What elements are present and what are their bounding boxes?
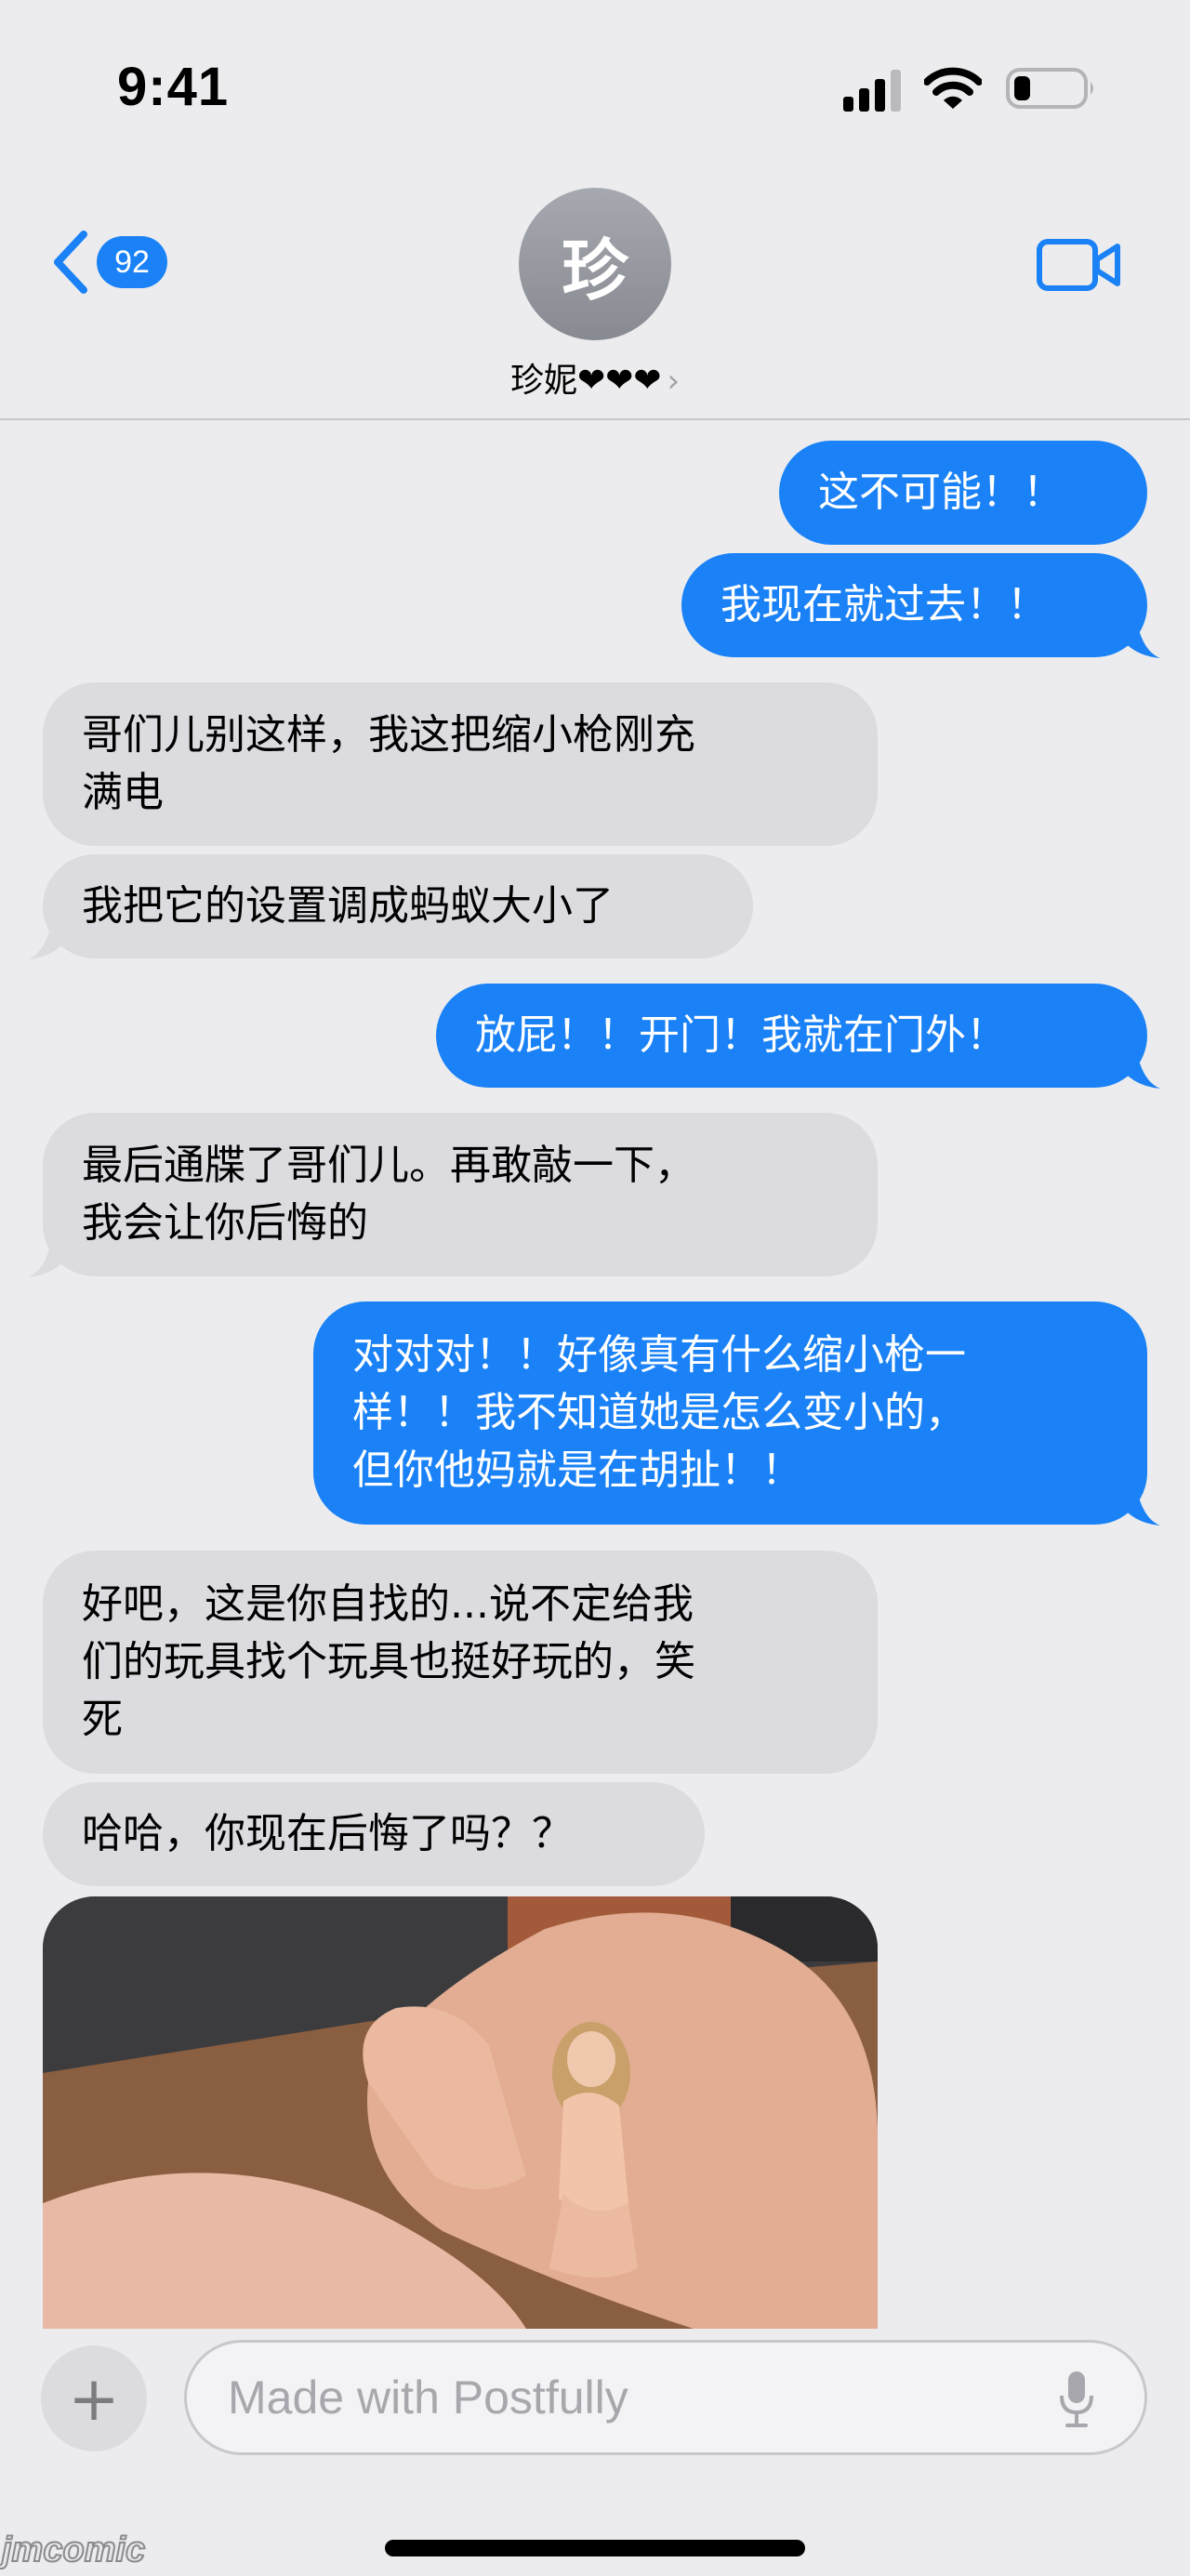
message-bubble-received[interactable]: 我把它的设置调成蚂蚁大小了 [43,854,753,958]
plus-icon: + [68,2362,120,2435]
microphone-icon[interactable] [1058,2370,1095,2429]
message-bubble-received[interactable]: 哥们儿别这样，我这把缩小枪刚充 满电 [43,682,878,846]
bubble-tail [1112,617,1160,658]
message-bubble-received[interactable]: 哈哈，你现在后悔了吗？？ [43,1782,705,1886]
video-camera-icon[interactable] [1036,236,1123,294]
back-chevron-icon [54,231,87,294]
bubble-tail [28,1236,76,1277]
watermark: jmcomic [1,2530,146,2570]
chevron-right-icon: › [667,363,681,400]
message-bubble-sent[interactable]: 对对对！！好像真有什么缩小枪一 样！！我不知道她是怎么变小的， 但你他妈就是在胡… [313,1301,1147,1525]
wifi-icon [924,67,982,109]
unread-badge: 92 [97,236,167,288]
conversation-header: 92 珍 珍妮❤❤❤ › [0,177,1190,420]
contact-name: 珍妮❤❤❤ [509,362,662,400]
status-time: 9:41 [117,57,230,117]
battery-icon [1006,68,1093,109]
photo-attachment[interactable] [43,1896,878,2329]
message-bubble-sent[interactable]: 放屁！！开门！我就在门外！ [436,984,1147,1088]
message-bubble-received[interactable]: 最后通牒了哥们儿。再敢敲一下， 我会让你后悔的 [43,1113,878,1276]
plus-button[interactable]: + [41,2345,147,2451]
bubble-tail [1112,1048,1160,1089]
back-button[interactable]: 92 [48,225,169,299]
home-indicator[interactable] [385,2540,805,2556]
message-input[interactable] [184,2340,1147,2455]
message-bubble-received[interactable]: 好吧，这是你自找的...说不定给我 们的玩具找个玩具也挺好玩的，笑 死 [43,1551,878,1774]
status-bar: 9:41 [0,0,1190,177]
message-bubble-sent[interactable]: 这不可能！！ [779,441,1147,545]
bubble-tail [28,918,76,959]
signal-icon [843,70,901,112]
avatar[interactable]: 珍 [519,188,671,340]
message-bubble-sent[interactable]: 我现在就过去！！ [681,553,1147,657]
contact-name-button[interactable]: 珍妮❤❤❤ › [0,353,1190,402]
bubble-tail [1112,1485,1160,1526]
